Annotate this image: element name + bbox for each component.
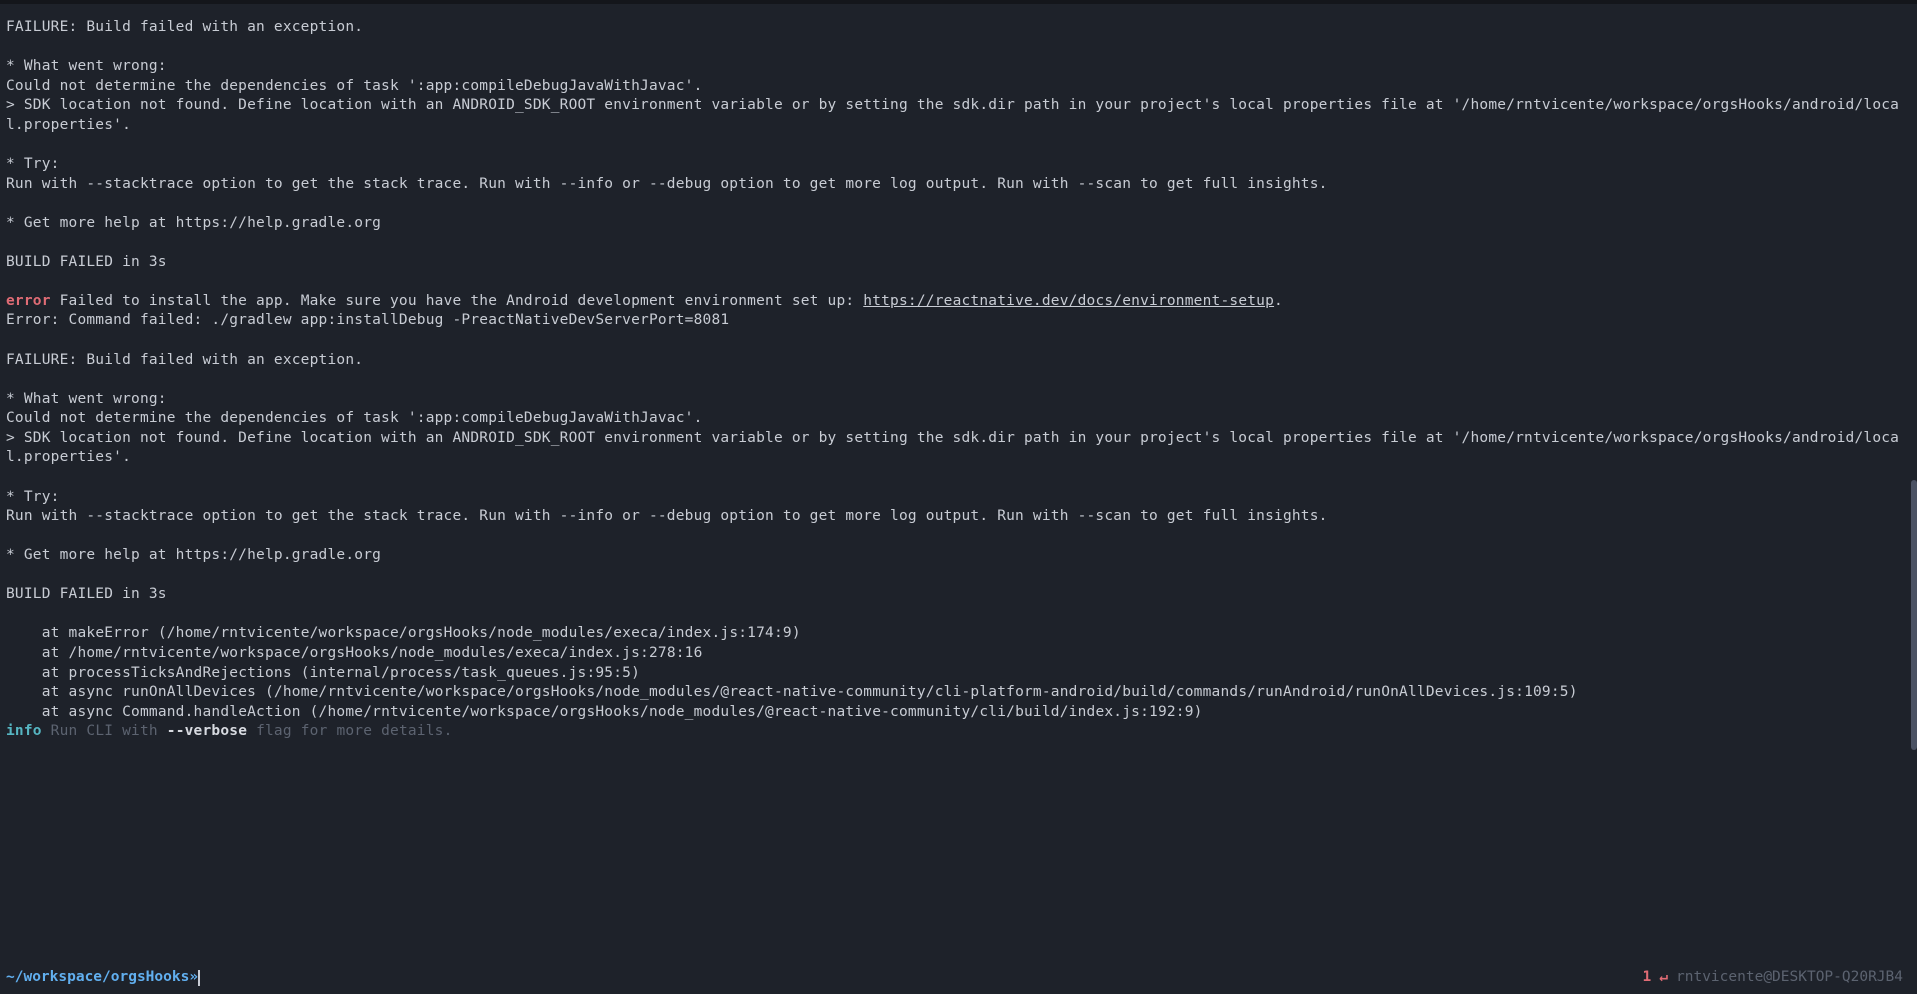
return-icon: ↵ (1659, 968, 1668, 988)
failure-line: FAILURE: Build failed with an exception. (6, 19, 363, 35)
help-line-2: * Get more help at https://help.gradle.o… (6, 547, 381, 563)
try-detail-2: Run with --stacktrace option to get the … (6, 508, 1328, 524)
help-line: * Get more help at https://help.gradle.o… (6, 215, 381, 231)
try-detail: Run with --stacktrace option to get the … (6, 176, 1328, 192)
prompt-path: ~/workspace/orgsHooks (6, 968, 189, 988)
error-command: Error: Command failed: ./gradlew app:ins… (6, 312, 729, 328)
try-header: * Try: (6, 156, 60, 172)
build-failed-line: BUILD FAILED in 3s (6, 254, 167, 270)
stack-line: at makeError (/home/rntvicente/workspace… (6, 625, 801, 641)
stack-line: at processTicksAndRejections (internal/p… (6, 665, 640, 681)
cursor[interactable] (198, 970, 200, 986)
stack-line: at async runOnAllDevices (/home/rntvicen… (6, 684, 1578, 700)
stack-line: at /home/rntvicente/workspace/orgsHooks/… (6, 645, 703, 661)
info-text-2: flag for more details. (247, 723, 452, 739)
wrong-detail-2b: > SDK location not found. Define locatio… (6, 430, 1899, 466)
wrong-detail-2: > SDK location not found. Define locatio… (6, 97, 1899, 133)
info-text-1: Run CLI with (42, 723, 167, 739)
wrong-header-2: * What went wrong: (6, 391, 167, 407)
wrong-detail-1: Could not determine the dependencies of … (6, 78, 703, 94)
user-host: rntvicente@DESKTOP-Q20RJB4 (1676, 968, 1903, 988)
failure-line-2: FAILURE: Build failed with an exception. (6, 352, 363, 368)
prompt-line: ~/workspace/orgsHooks » 1 ↵ rntvicente@D… (6, 968, 1911, 988)
terminal-output[interactable]: FAILURE: Build failed with an exception.… (0, 4, 1917, 748)
try-header-2: * Try: (6, 489, 60, 505)
info-flag: --verbose (167, 723, 247, 739)
scrollbar-thumb[interactable] (1911, 480, 1917, 750)
error-suffix: . (1274, 293, 1283, 309)
error-message: Failed to install the app. Make sure you… (51, 293, 864, 309)
wrong-detail-1b: Could not determine the dependencies of … (6, 410, 703, 426)
prompt-symbol: » (189, 968, 198, 988)
env-setup-link[interactable]: https://reactnative.dev/docs/environment… (863, 293, 1274, 309)
exit-code: 1 (1643, 968, 1652, 988)
info-tag: info (6, 723, 42, 739)
build-failed-line-2: BUILD FAILED in 3s (6, 586, 167, 602)
stack-line: at async Command.handleAction (/home/rnt… (6, 704, 1203, 720)
error-tag: error (6, 293, 51, 309)
wrong-header: * What went wrong: (6, 58, 167, 74)
